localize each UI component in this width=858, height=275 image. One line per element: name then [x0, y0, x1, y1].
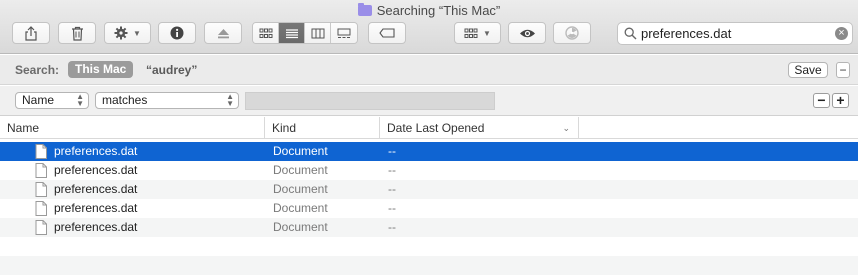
row-name: preferences.dat — [54, 201, 138, 215]
operator-popup-label: matches — [102, 93, 148, 107]
attribute-popup[interactable]: Name ▲ ▼ — [15, 92, 89, 109]
row-date: -- — [388, 182, 396, 196]
scope-minus-button[interactable]: − — [836, 62, 850, 78]
empty-row — [0, 256, 858, 275]
table-row[interactable]: preferences.dat Document -- — [0, 199, 858, 218]
search-criteria-row: Name ▲ ▼ matches ▲ ▼ − + — [0, 86, 858, 116]
edit-tags-button[interactable] — [368, 22, 406, 44]
stepper-arrows-icon: ▲ ▼ — [76, 92, 84, 108]
column-view-button[interactable] — [305, 23, 331, 43]
clear-search-icon[interactable]: × — [835, 27, 848, 40]
column-header-date-last-opened[interactable]: Date Last Opened ⌄ — [380, 117, 579, 139]
icon-view-button[interactable] — [253, 23, 279, 43]
share-icon — [25, 25, 37, 41]
toolbar: Searching “This Mac” ▼ ▼ preferences.dat… — [0, 0, 858, 54]
eye-icon — [519, 29, 535, 37]
row-name: preferences.dat — [54, 144, 138, 158]
row-kind: Document — [273, 182, 328, 196]
row-name: preferences.dat — [54, 220, 138, 234]
add-criteria-button[interactable]: + — [832, 93, 849, 108]
document-icon — [35, 163, 47, 178]
row-kind: Document — [273, 220, 328, 234]
row-kind: Document — [273, 201, 328, 215]
window-title-bar: Searching “This Mac” — [0, 2, 858, 20]
list-view-button[interactable] — [279, 23, 305, 43]
list-view-icon — [285, 28, 298, 38]
burn-button[interactable] — [553, 22, 591, 44]
operator-popup[interactable]: matches ▲ ▼ — [95, 92, 239, 109]
row-date: -- — [388, 201, 396, 215]
icon-view-icon — [259, 28, 272, 38]
document-icon — [35, 201, 47, 216]
burn-icon — [565, 26, 579, 40]
search-icon — [624, 27, 637, 40]
tag-icon — [379, 28, 395, 38]
quick-look-button[interactable] — [508, 22, 546, 44]
column-header-name[interactable]: Name — [0, 117, 265, 139]
group-icon — [464, 28, 478, 38]
row-name: preferences.dat — [54, 182, 138, 196]
table-header: Name Kind Date Last Opened ⌄ — [0, 117, 858, 139]
trash-icon — [71, 26, 83, 41]
empty-row — [0, 237, 858, 256]
eject-button[interactable] — [204, 22, 242, 44]
smart-folder-icon — [357, 3, 372, 16]
gallery-view-icon — [337, 28, 351, 38]
remove-criteria-button[interactable]: − — [813, 93, 830, 108]
trash-button[interactable] — [58, 22, 96, 44]
info-icon — [170, 26, 184, 40]
document-icon — [35, 220, 47, 235]
row-kind: Document — [273, 163, 328, 177]
table-row[interactable]: preferences.dat Document -- — [0, 142, 858, 161]
action-menu-button[interactable]: ▼ — [104, 22, 151, 44]
column-view-icon — [311, 28, 324, 38]
document-icon — [35, 182, 47, 197]
search-scope-bar: Search: This Mac “audrey” Save − — [0, 55, 858, 85]
criteria-value-field[interactable] — [245, 92, 495, 110]
chevron-down-icon: ⌄ — [562, 123, 570, 133]
chevron-down-icon: ▼ — [133, 28, 141, 38]
save-search-button[interactable]: Save — [788, 62, 828, 78]
group-by-button[interactable]: ▼ — [454, 22, 501, 44]
table-row[interactable]: preferences.dat Document -- — [0, 161, 858, 180]
chevron-down-icon: ▼ — [483, 28, 491, 38]
row-name: preferences.dat — [54, 163, 138, 177]
stepper-arrows-icon: ▲ ▼ — [226, 92, 234, 108]
search-field[interactable]: × — [617, 22, 853, 45]
row-date: -- — [388, 220, 396, 234]
gear-icon — [114, 26, 128, 40]
get-info-button[interactable] — [158, 22, 196, 44]
attribute-popup-label: Name — [22, 93, 55, 107]
table-row[interactable]: preferences.dat Document -- — [0, 180, 858, 199]
window-title: Searching “This Mac” — [376, 3, 501, 18]
row-date: -- — [388, 163, 396, 177]
scope-this-mac-button[interactable]: This Mac — [68, 61, 134, 78]
eject-icon — [217, 28, 229, 38]
search-input[interactable] — [641, 25, 831, 42]
document-icon — [35, 144, 47, 159]
share-button[interactable] — [12, 22, 50, 44]
scope-user-folder-button[interactable]: “audrey” — [146, 63, 197, 77]
row-date: -- — [388, 144, 396, 158]
table-row[interactable]: preferences.dat Document -- — [0, 218, 858, 237]
view-mode-segmented-control[interactable] — [252, 22, 358, 44]
column-header-kind[interactable]: Kind — [265, 117, 380, 139]
gallery-view-button[interactable] — [331, 23, 357, 43]
row-kind: Document — [273, 144, 328, 158]
scope-label: Search: — [15, 63, 60, 77]
